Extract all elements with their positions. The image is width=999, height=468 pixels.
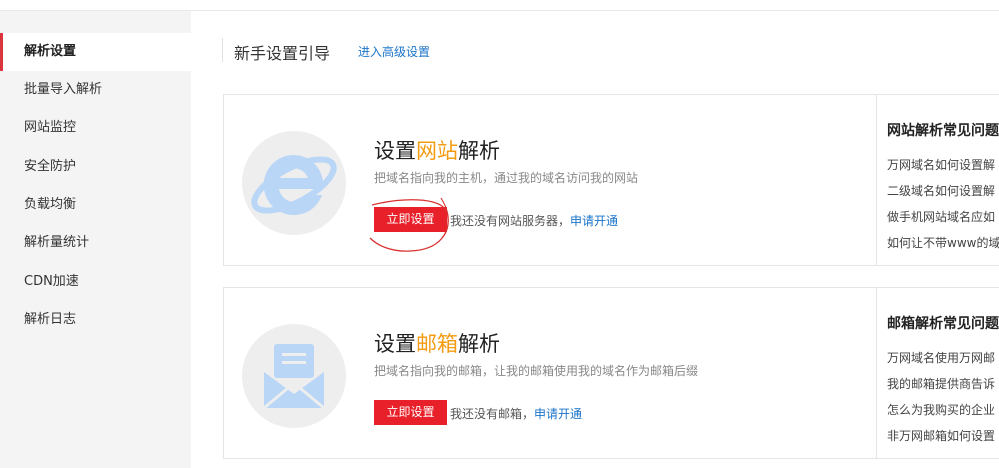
page-title: 新手设置引导: [234, 44, 331, 63]
faq-item[interactable]: 二级域名如何设置解: [887, 182, 995, 199]
setup-now-button[interactable]: 立即设置: [374, 400, 447, 425]
mailbox-resolution-card: 设置邮箱解析 把域名指向我的邮箱，让我的邮箱使用我的域名作为邮箱后缀 立即设置 …: [223, 287, 999, 459]
setup-now-button[interactable]: 立即设置: [374, 207, 447, 232]
faq-item[interactable]: 万网域名使用万网邮: [887, 349, 995, 366]
sidebar: 解析设置 批量导入解析 网站监控 安全防护 负载均衡 解析量统计 CDN加速 解…: [0, 11, 191, 468]
faq-item[interactable]: 做手机网站域名应如: [887, 208, 995, 225]
apply-link[interactable]: 申请开通: [534, 407, 582, 421]
apply-link[interactable]: 申请开通: [570, 214, 618, 228]
sidebar-item-security[interactable]: 安全防护: [0, 148, 191, 186]
sidebar-item-cdn[interactable]: CDN加速: [0, 263, 191, 301]
ie-browser-icon: [242, 131, 346, 235]
card-title: 设置网站解析: [374, 139, 500, 163]
sidebar-item-site-monitor[interactable]: 网站监控: [0, 109, 191, 147]
website-resolution-card: 设置网站解析 把域名指向我的主机，通过我的域名访问我的网站 立即设置 我还没有网…: [223, 94, 999, 266]
title-divider: [222, 38, 223, 62]
card-description: 把域名指向我的邮箱，让我的邮箱使用我的域名作为邮箱后缀: [374, 364, 699, 378]
sidebar-item-resolution-settings[interactable]: 解析设置: [0, 33, 191, 71]
card-divider: [876, 95, 877, 265]
card-description: 把域名指向我的主机，通过我的域名访问我的网站: [374, 171, 639, 185]
sidebar-item-statistics[interactable]: 解析量统计: [0, 224, 191, 262]
faq-item[interactable]: 如何让不带www的域: [887, 234, 999, 251]
sidebar-item-batch-import[interactable]: 批量导入解析: [0, 71, 191, 109]
advanced-settings-link[interactable]: 进入高级设置: [358, 43, 430, 60]
faq-title: 网站解析常见问题: [887, 123, 999, 139]
faq-item[interactable]: 我的邮箱提供商告诉: [887, 375, 995, 392]
faq-title: 邮箱解析常见问题: [887, 316, 999, 332]
sidebar-item-logs[interactable]: 解析日志: [0, 301, 191, 339]
no-mailbox-note: 我还没有邮箱，申请开通: [450, 407, 583, 421]
sidebar-item-load-balance[interactable]: 负载均衡: [0, 186, 191, 224]
no-server-note: 我还没有网站服务器，申请开通: [450, 214, 619, 228]
faq-item[interactable]: 怎么为我购买的企业: [887, 401, 995, 418]
faq-item[interactable]: 非万网邮箱如何设置: [887, 427, 995, 444]
faq-item[interactable]: 万网域名如何设置解: [887, 156, 995, 173]
mail-envelope-icon: [242, 324, 346, 428]
card-divider: [876, 288, 877, 458]
card-title: 设置邮箱解析: [374, 332, 500, 356]
